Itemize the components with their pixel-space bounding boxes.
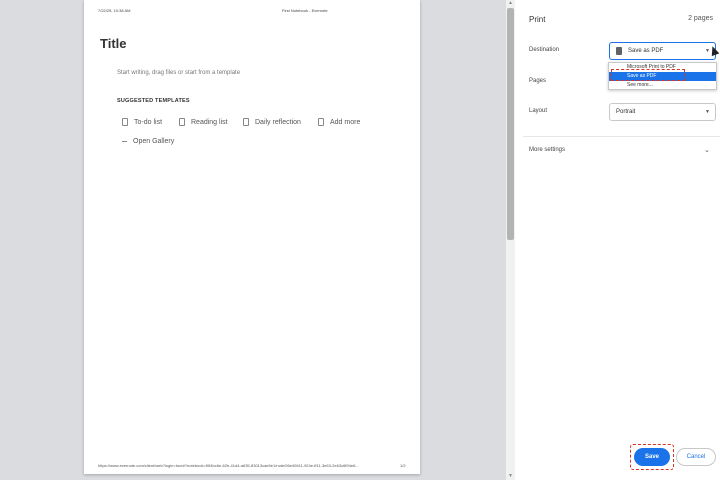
layout-label: Layout [529, 108, 548, 114]
scroll-down-icon[interactable]: ▼ [507, 473, 514, 479]
chevron-down-icon: ▼ [705, 109, 710, 115]
open-gallery: Open Gallery [122, 138, 174, 145]
template-doc-icon [179, 118, 185, 126]
page-header-title: First Notebook - Evernote [282, 8, 328, 13]
more-settings[interactable]: More settings [529, 147, 565, 153]
template-doc-icon [122, 118, 128, 126]
pdf-file-icon [616, 47, 622, 55]
template-item: Reading list [179, 118, 228, 126]
template-label: Add more [330, 118, 361, 126]
save-button[interactable]: Save [634, 448, 670, 466]
print-preview-area: 7/22/25, 10:38 AM First Notebook - Evern… [0, 0, 515, 480]
page-count: 2 pages [688, 15, 713, 22]
divider [523, 136, 720, 137]
template-doc-icon [243, 118, 249, 126]
template-item: To-do list [122, 118, 162, 126]
scroll-up-icon[interactable]: ▲ [507, 0, 514, 6]
open-gallery-label: Open Gallery [133, 138, 175, 145]
note-title: Title [100, 36, 127, 51]
cancel-button[interactable]: Cancel [676, 448, 716, 466]
template-item: Daily reflection [243, 118, 301, 126]
preview-page: 7/22/25, 10:38 AM First Notebook - Evern… [84, 0, 420, 474]
scrollbar-thumb[interactable] [507, 8, 514, 240]
layout-value: Portrait [616, 109, 636, 115]
dash-icon [122, 141, 127, 142]
pages-label: Pages [529, 78, 547, 84]
template-doc-icon [318, 118, 324, 126]
dropdown-option-see-more[interactable]: See more... [609, 81, 716, 90]
layout-select[interactable]: Portrait ▼ [609, 103, 716, 121]
destination-value: Save as PDF [628, 48, 664, 54]
template-label: Daily reflection [255, 118, 301, 126]
template-item: Add more [318, 118, 360, 126]
template-label: Reading list [191, 118, 228, 126]
chevron-down-icon[interactable]: ⌄ [704, 146, 710, 154]
page-footer-url: https://www.evernote.com/client/web?logi… [98, 463, 359, 468]
template-label: To-do list [134, 118, 163, 126]
page-footer-number: 1/2 [400, 463, 406, 468]
page-header-date: 7/22/25, 10:38 AM [98, 8, 131, 13]
panel-title: Print [529, 15, 546, 24]
suggested-templates-heading: SUGGESTED TEMPLATES [117, 98, 190, 104]
destination-select[interactable]: Save as PDF ▼ [609, 42, 716, 60]
highlight-box [611, 69, 685, 81]
destination-label: Destination [529, 47, 560, 53]
note-hint: Start writing, drag files or start from … [117, 70, 241, 76]
